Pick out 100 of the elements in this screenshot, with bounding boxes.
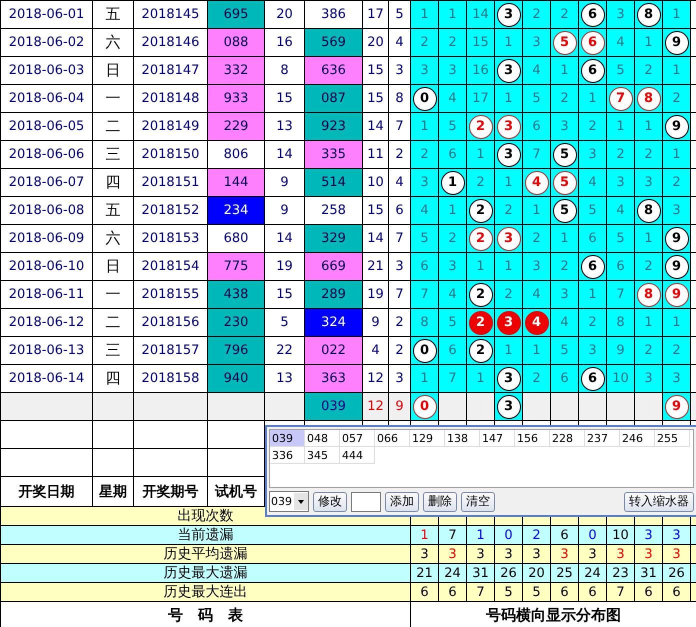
stat-value: 3 xyxy=(606,544,634,564)
stat-value: 3 xyxy=(634,544,662,564)
table-cell: 324 xyxy=(304,308,362,336)
miss-count: 2 xyxy=(616,147,625,162)
table-cell: 636 xyxy=(304,56,362,84)
weekday-cell: 四 xyxy=(92,168,134,196)
stat-value: 31 xyxy=(466,564,494,582)
table-cell: 514 xyxy=(304,168,362,196)
miss-count: 5 xyxy=(588,203,597,218)
miss-count: 7 xyxy=(532,147,541,162)
number-ball: 0 xyxy=(412,338,436,362)
miss-count: 1 xyxy=(616,119,625,134)
number-ball: 5 xyxy=(552,142,576,166)
number-ball: 6 xyxy=(580,58,604,82)
number-item[interactable]: 129 xyxy=(410,430,445,447)
number-ball: 3 xyxy=(496,58,520,82)
miss-count: 10 xyxy=(612,371,629,386)
miss-count: 5 xyxy=(616,231,625,246)
miss-count: 3 xyxy=(644,175,653,190)
miss-count: 3 xyxy=(532,259,541,274)
miss-count: 6 xyxy=(588,231,597,246)
stat-value: 3 xyxy=(522,544,550,564)
miss-count: 1 xyxy=(644,119,653,134)
weekday-cell: 二 xyxy=(92,112,134,140)
miss-count: 3 xyxy=(616,7,625,22)
table-cell: 4 xyxy=(362,336,388,364)
date-cell: 2018-06-13 xyxy=(0,336,92,364)
number-ball: 2 xyxy=(468,226,492,250)
miss-count: 2 xyxy=(560,7,569,22)
number-item[interactable]: 228 xyxy=(550,430,585,447)
table-cell: 335 xyxy=(304,140,362,168)
miss-count: 3 xyxy=(588,147,597,162)
miss-count: 7 xyxy=(616,287,625,302)
stat-value: 1 xyxy=(410,526,438,544)
number-item[interactable]: 057 xyxy=(340,430,375,447)
stat-value: 26 xyxy=(662,564,690,582)
table-cell: 289 xyxy=(304,280,362,308)
miss-count: 6 xyxy=(532,119,541,134)
test-number-cell: 806 xyxy=(208,140,264,168)
date-cell: 2018-06-04 xyxy=(0,84,92,112)
miss-count: 7 xyxy=(420,287,429,302)
miss-count: 4 xyxy=(448,91,457,106)
number-ball: 5 xyxy=(552,198,576,222)
number-item[interactable]: 255 xyxy=(655,430,690,447)
number-item[interactable]: 039 xyxy=(270,430,305,447)
miss-count: 1 xyxy=(504,91,513,106)
test-number-cell: 144 xyxy=(208,168,264,196)
stat-label: 历史最大遗漏 xyxy=(0,564,410,582)
number-item[interactable]: 156 xyxy=(515,430,550,447)
number-ball: 2 xyxy=(468,114,492,138)
stat-value: 0 xyxy=(494,526,522,544)
table-cell: 17 xyxy=(362,0,388,28)
number-item[interactable]: 444 xyxy=(340,447,375,464)
number-item[interactable]: 048 xyxy=(305,430,340,447)
miss-count: 2 xyxy=(644,147,653,162)
miss-count: 4 xyxy=(532,63,541,78)
number-item[interactable]: 066 xyxy=(375,430,410,447)
test-number-cell: 933 xyxy=(208,84,264,112)
miss-count: 5 xyxy=(448,119,457,134)
number-item[interactable]: 336 xyxy=(270,447,305,464)
number-ball: 9 xyxy=(664,254,688,278)
number-item[interactable]: 138 xyxy=(445,430,480,447)
date-cell: 2018-06-06 xyxy=(0,140,92,168)
number-ball: 9 xyxy=(664,226,688,250)
miss-count: 1 xyxy=(644,315,653,330)
input-field[interactable] xyxy=(351,492,381,512)
date-cell: 2018-06-12 xyxy=(0,308,92,336)
number-combo[interactable]: 039 xyxy=(269,491,309,512)
action-button[interactable]: 清空 xyxy=(461,492,495,512)
miss-count: 3 xyxy=(560,119,569,134)
stat-value: 20 xyxy=(522,564,550,582)
miss-count: 1 xyxy=(448,7,457,22)
number-item[interactable]: 345 xyxy=(305,447,340,464)
miss-count: 6 xyxy=(448,147,457,162)
date-cell: 2018-06-10 xyxy=(0,252,92,280)
edit-button[interactable]: 修改 xyxy=(313,492,347,512)
miss-count: 2 xyxy=(420,35,429,50)
stat-value: 6 xyxy=(634,582,662,602)
miss-count: 2 xyxy=(560,259,569,274)
action-button[interactable]: 添加 xyxy=(385,492,419,512)
number-ball: 2 xyxy=(468,282,492,306)
table-cell: 12 xyxy=(362,392,388,420)
miss-count: 6 xyxy=(616,259,625,274)
number-item[interactable]: 246 xyxy=(620,430,655,447)
stat-value: 26 xyxy=(494,564,522,582)
number-item[interactable]: 147 xyxy=(480,430,515,447)
miss-count: 4 xyxy=(588,175,597,190)
number-item[interactable]: 237 xyxy=(585,430,620,447)
number-ball: 2 xyxy=(468,338,492,362)
number-ball: 3 xyxy=(496,366,520,390)
weekday-cell: 日 xyxy=(92,56,134,84)
action-button[interactable]: 删除 xyxy=(423,492,457,512)
miss-count: 6 xyxy=(560,371,569,386)
table-cell: 21 xyxy=(362,252,388,280)
stat-value: 5 xyxy=(522,582,550,602)
transfer-button[interactable]: 转入缩水器 xyxy=(624,492,694,512)
weekday-cell: 日 xyxy=(92,252,134,280)
miss-count: 1 xyxy=(504,175,513,190)
number-ball: 9 xyxy=(664,114,688,138)
table-cell: 15 xyxy=(362,84,388,112)
